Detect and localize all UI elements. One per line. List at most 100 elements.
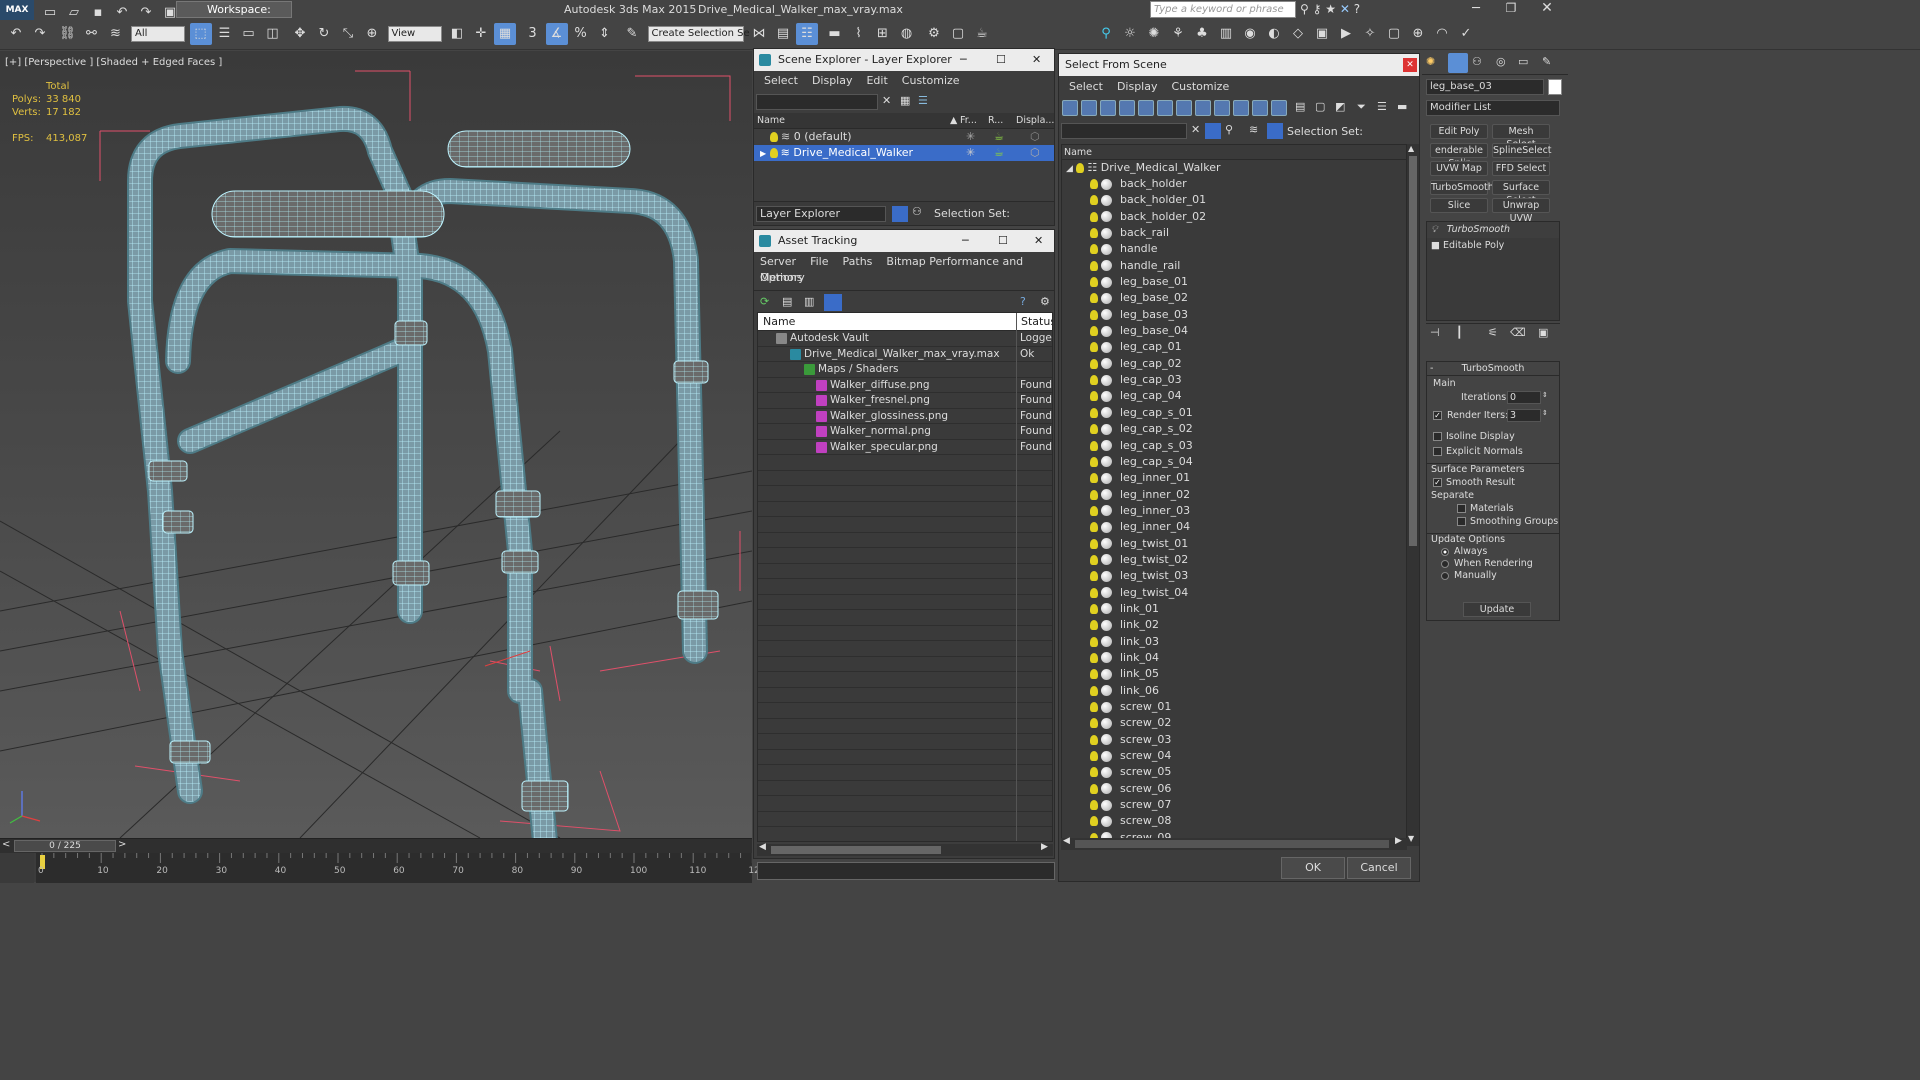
vray-box-icon[interactable]: ▢ (1383, 23, 1405, 45)
render-iters-spinner[interactable]: 3 (1507, 409, 1541, 422)
asset-row[interactable]: Walker_specular.png Found (758, 440, 1052, 455)
minimize-button[interactable]: ─ (960, 49, 967, 71)
menu-file[interactable]: File (810, 255, 828, 268)
asset-row[interactable]: Maps / Shaders (758, 362, 1052, 378)
light-bulb-icon[interactable] (1090, 456, 1098, 467)
select-from-scene-search-input[interactable] (1061, 123, 1187, 139)
maximize-button[interactable]: ☐ (996, 49, 1006, 71)
display-xrefs-icon[interactable] (1195, 100, 1211, 116)
save-icon[interactable]: ▪ (87, 5, 109, 21)
object-list-item[interactable]: leg_twist_01 (1062, 536, 1406, 552)
settings-icon[interactable]: ⚙ (1040, 295, 1050, 308)
asset-tracking-titlebar[interactable]: Asset Tracking ─ ☐ ✕ (754, 230, 1054, 252)
light-bulb-icon[interactable] (1090, 538, 1098, 549)
named-selection-dropdown[interactable]: Create Selection Se (647, 26, 750, 42)
vray-icon[interactable]: ⊕ (1407, 23, 1429, 45)
search-input[interactable]: Type a keyword or phrase (1150, 1, 1296, 18)
manually-option[interactable]: Manually (1427, 570, 1559, 581)
light-bulb-icon[interactable] (1090, 244, 1098, 255)
render-teapot-icon[interactable]: ☕ (994, 129, 1004, 145)
curve-editor-icon[interactable]: ⌇ (848, 23, 870, 45)
scroll-thumb[interactable] (1075, 840, 1389, 848)
clear-search-icon[interactable]: ✕ (1191, 123, 1200, 136)
object-list-item[interactable]: leg_cap_s_02 (1062, 421, 1406, 437)
modifier-set-button[interactable]: FFD Select (1492, 161, 1550, 176)
window-crossing-icon[interactable]: ◫ (262, 23, 284, 45)
help-icon[interactable]: ? (1354, 2, 1360, 16)
help-icon[interactable]: ? (1020, 295, 1026, 308)
object-list-item[interactable]: leg_twist_04 (1062, 585, 1406, 601)
layer-row-selected[interactable]: ▶ ≋ Drive_Medical_Walker ✳ ☕ ⬡ (754, 145, 1054, 161)
light-bulb-icon[interactable] (1090, 505, 1098, 516)
object-list-item[interactable]: screw_01 (1062, 699, 1406, 715)
undo-icon[interactable]: ↶ (111, 5, 133, 21)
scroll-left-icon[interactable]: ◀ (1063, 836, 1070, 846)
modifier-list-dropdown[interactable]: Modifier List (1426, 100, 1560, 116)
object-list-item[interactable]: handle (1062, 241, 1406, 257)
smoothing-groups-option[interactable]: Smoothing Groups (1427, 516, 1559, 527)
when-rendering-option[interactable]: When Rendering (1427, 558, 1559, 569)
manually-radio[interactable] (1441, 571, 1449, 580)
mirror-icon[interactable]: ⋈ (748, 23, 770, 45)
menu-customize[interactable]: Customize (1171, 80, 1229, 93)
light-bulb-icon[interactable] (1090, 424, 1098, 435)
cancel-button[interactable]: Cancel (1347, 857, 1411, 879)
layer-view-icon[interactable] (892, 206, 908, 222)
light-bulb-icon[interactable] (1090, 554, 1098, 565)
vray-proxy-icon[interactable]: ⚘ (1167, 23, 1189, 45)
light-bulb-icon[interactable] (1090, 277, 1098, 288)
utilities-tab-icon[interactable]: ✎ (1542, 55, 1551, 68)
object-list-item[interactable]: back_holder_01 (1062, 192, 1406, 208)
object-list-item[interactable]: link_03 (1062, 634, 1406, 650)
scroll-up-icon[interactable]: ▲ (1408, 144, 1414, 153)
hierarchy-icon[interactable] (1267, 123, 1283, 139)
menu-edit[interactable]: Edit (866, 74, 887, 87)
light-bulb-icon[interactable] (1090, 293, 1098, 304)
display-geometry-icon[interactable] (1062, 100, 1078, 116)
reference-coordinate-dropdown[interactable]: View (387, 26, 442, 42)
object-list-item[interactable]: screw_04 (1062, 748, 1406, 764)
display-helpers-icon[interactable] (1138, 100, 1154, 116)
scroll-thumb[interactable] (771, 846, 941, 854)
edit-named-selection-icon[interactable]: ✎ (621, 23, 643, 45)
light-bulb-icon[interactable] (1090, 522, 1098, 533)
display-all-icon[interactable]: ▤ (1295, 100, 1305, 113)
track-bar-toggle-icon[interactable] (0, 853, 34, 883)
hierarchy-tab-icon[interactable]: ⚇ (1472, 55, 1482, 68)
materials-checkbox[interactable] (1457, 504, 1466, 513)
vray-object-icon[interactable]: ◠ (1431, 23, 1453, 45)
explorer-type-dropdown[interactable]: Layer Explorer (756, 206, 886, 222)
light-bulb-icon[interactable] (1090, 685, 1098, 696)
spinner-arrows-icon[interactable]: ⇕ (1542, 391, 1548, 399)
scroll-thumb[interactable] (1409, 156, 1417, 546)
stack-item-editable-poly[interactable]: ■ Editable Poly (1427, 238, 1559, 254)
light-bulb-icon[interactable] (1090, 587, 1098, 598)
layer-row[interactable]: ≋ 0 (default) ✳ ☕ ⬡ (754, 129, 1054, 145)
light-bulb-icon[interactable] (1090, 603, 1098, 614)
light-bulb-icon[interactable] (770, 132, 778, 142)
modifier-set-button[interactable]: Edit Poly (1430, 124, 1488, 139)
object-list-item[interactable]: handle_rail (1062, 258, 1406, 274)
time-prev-icon[interactable]: < (2, 839, 10, 850)
object-list-item[interactable]: screw_08 (1062, 813, 1406, 829)
schematic-view-icon[interactable]: ⊞ (872, 23, 894, 45)
light-bulb-icon[interactable] (1090, 358, 1098, 369)
freeze-icon[interactable]: ✳ (966, 129, 975, 145)
select-by-name-icon[interactable]: ☰ (214, 23, 236, 45)
new-file-icon[interactable]: ▭ (39, 5, 61, 21)
spinner-arrows-icon[interactable]: ⇕ (1542, 409, 1548, 417)
smoothing-groups-checkbox[interactable] (1457, 517, 1466, 526)
col-status[interactable]: Status (1016, 313, 1052, 331)
rendered-frame-icon[interactable]: ▢ (947, 23, 969, 45)
snaps-toggle-icon[interactable]: 3 (522, 23, 544, 45)
pin-stack-icon[interactable]: ⊣ (1430, 326, 1440, 339)
display-spacewarps-icon[interactable] (1157, 100, 1173, 116)
light-bulb-icon[interactable] (1090, 734, 1098, 745)
modifier-set-button[interactable]: Unwrap UVW (1492, 198, 1550, 224)
asset-row[interactable]: Walker_diffuse.png Found (758, 378, 1052, 393)
col-name[interactable]: Name (757, 113, 785, 129)
object-list-item[interactable]: back_rail (1062, 225, 1406, 241)
redo-icon[interactable]: ↷ (29, 23, 51, 45)
light-bulb-icon[interactable] (1090, 767, 1098, 778)
object-list-item[interactable]: screw_03 (1062, 732, 1406, 748)
